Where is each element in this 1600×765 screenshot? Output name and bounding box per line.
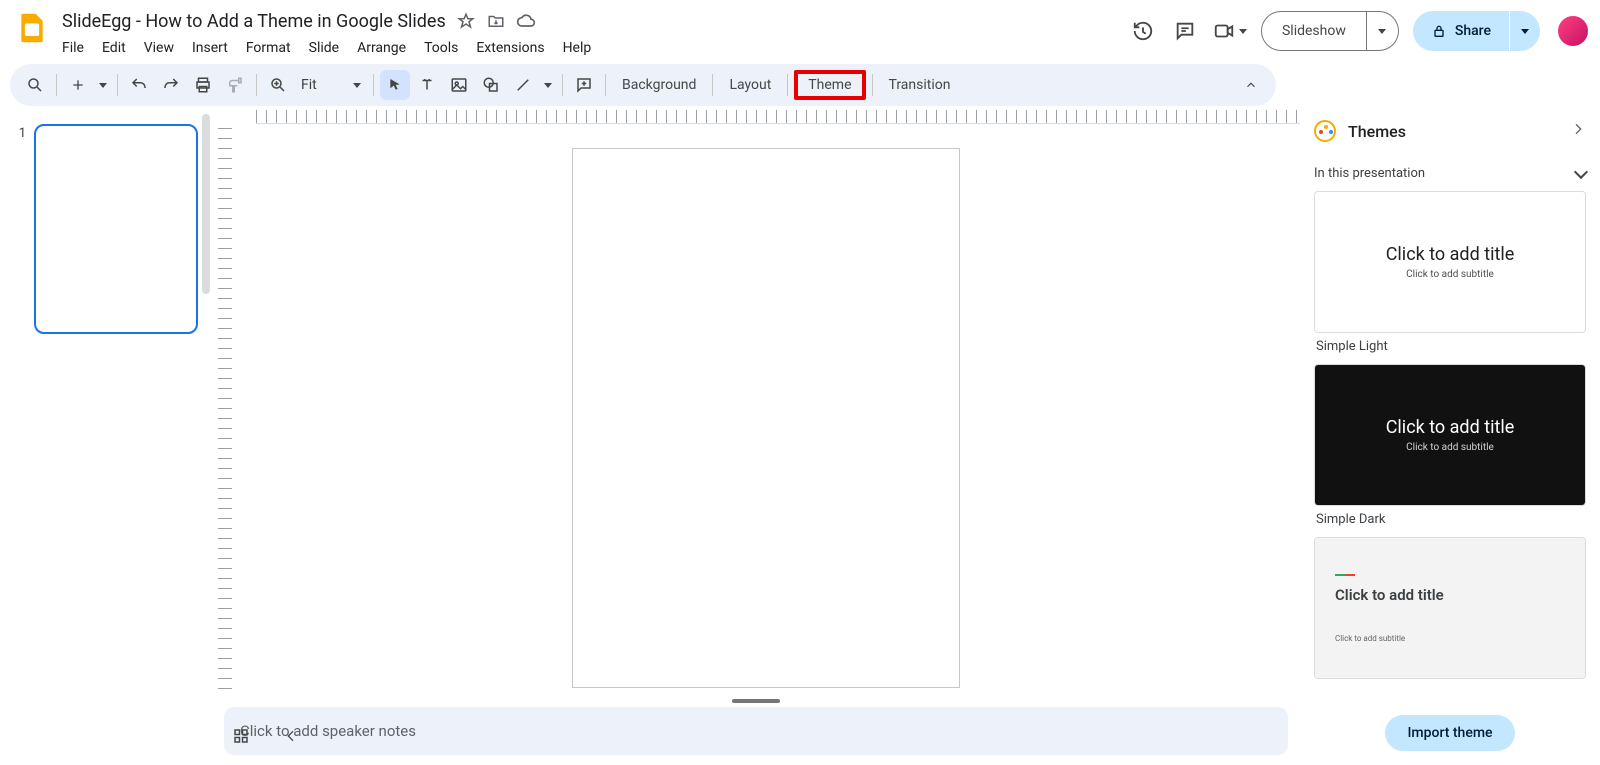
- menu-format[interactable]: Format: [238, 36, 299, 60]
- menu-edit[interactable]: Edit: [94, 36, 134, 60]
- shape-icon[interactable]: [476, 70, 506, 100]
- theme-name: Simple Dark: [1314, 506, 1586, 529]
- filmstrip: 1: [0, 106, 212, 765]
- slideshow-button[interactable]: Slideshow: [1261, 11, 1367, 51]
- ruler-vertical: [212, 124, 232, 695]
- slide-thumbnail[interactable]: [34, 124, 198, 334]
- themes-title: Themes: [1348, 122, 1558, 141]
- slide-number: 1: [14, 124, 26, 334]
- slide-stage[interactable]: [232, 124, 1300, 695]
- menu-extensions[interactable]: Extensions: [468, 36, 552, 60]
- background-button[interactable]: Background: [612, 70, 706, 100]
- slideshow-dropdown[interactable]: [1367, 11, 1399, 51]
- separator: [117, 74, 118, 96]
- grid-view-icon[interactable]: [228, 723, 254, 749]
- themes-list: Click to add title Click to add subtitle…: [1300, 187, 1600, 701]
- palette-icon: [1314, 120, 1336, 142]
- search-menu-icon[interactable]: [20, 70, 50, 100]
- layout-button[interactable]: Layout: [719, 70, 781, 100]
- collapse-toolbar-icon[interactable]: [1236, 70, 1266, 100]
- notes-resizer[interactable]: [212, 695, 1300, 707]
- menu-view[interactable]: View: [136, 36, 182, 60]
- new-slide-icon[interactable]: [63, 70, 93, 100]
- lock-icon: [1431, 23, 1447, 39]
- ruler-horizontal: [232, 106, 1300, 124]
- chevron-down-icon: [1576, 170, 1586, 177]
- theme-card-simple-light[interactable]: Click to add title Click to add subtitle: [1314, 191, 1586, 333]
- menu-file[interactable]: File: [54, 36, 92, 60]
- separator: [872, 74, 873, 96]
- select-tool-icon[interactable]: [380, 70, 410, 100]
- separator: [56, 74, 57, 96]
- textbox-icon[interactable]: [412, 70, 442, 100]
- theme-preview-title: Click to add title: [1335, 586, 1444, 604]
- undo-icon[interactable]: [124, 70, 154, 100]
- slideshow-label: Slideshow: [1282, 23, 1346, 39]
- theme-preview-subtitle: Click to add subtitle: [1406, 442, 1494, 453]
- theme-preview-subtitle: Click to add subtitle: [1406, 269, 1494, 280]
- menu-insert[interactable]: Insert: [184, 36, 236, 60]
- menu-tools[interactable]: Tools: [416, 36, 466, 60]
- line-icon[interactable]: [508, 70, 538, 100]
- print-icon[interactable]: [188, 70, 218, 100]
- header-bar: SlideEgg - How to Add a Theme in Google …: [0, 0, 1600, 64]
- share-label: Share: [1455, 23, 1491, 39]
- transition-button[interactable]: Transition: [879, 70, 961, 100]
- separator: [605, 74, 606, 96]
- zoom-label: Fit: [301, 77, 317, 93]
- paint-format-icon[interactable]: [220, 70, 250, 100]
- zoom-dropdown[interactable]: Fit: [295, 71, 367, 99]
- separator: [712, 74, 713, 96]
- slides-logo[interactable]: [12, 8, 52, 48]
- themes-section-toggle[interactable]: In this presentation: [1300, 156, 1600, 187]
- theme-card-streamline[interactable]: Click to add title Click to add subtitle: [1314, 537, 1586, 679]
- zoom-icon[interactable]: [263, 70, 293, 100]
- image-icon[interactable]: [444, 70, 474, 100]
- theme-card-simple-dark[interactable]: Click to add title Click to add subtitle: [1314, 364, 1586, 506]
- star-icon[interactable]: [456, 11, 476, 31]
- new-slide-dropdown[interactable]: [95, 70, 111, 100]
- import-theme-button[interactable]: Import theme: [1385, 715, 1514, 751]
- share-dropdown[interactable]: [1510, 11, 1540, 51]
- history-icon[interactable]: [1129, 17, 1157, 45]
- menu-slide[interactable]: Slide: [301, 36, 347, 60]
- meet-icon[interactable]: [1213, 17, 1247, 45]
- theme-button[interactable]: Theme: [794, 70, 865, 100]
- themes-panel: Themes In this presentation Click to add…: [1300, 106, 1600, 765]
- theme-preview-title: Click to add title: [1386, 417, 1515, 438]
- redo-icon[interactable]: [156, 70, 186, 100]
- filmstrip-scrollbar[interactable]: [202, 114, 210, 294]
- theme-preview-title: Click to add title: [1386, 244, 1515, 265]
- menu-help[interactable]: Help: [555, 36, 600, 60]
- comments-icon[interactable]: [1171, 17, 1199, 45]
- separator: [787, 74, 788, 96]
- speaker-notes[interactable]: Click to add speaker notes: [224, 707, 1288, 755]
- themes-section-label: In this presentation: [1314, 166, 1425, 181]
- cloud-status-icon[interactable]: [516, 11, 536, 31]
- theme-name: Simple Light: [1314, 333, 1586, 356]
- accent-bar: [1335, 574, 1355, 576]
- prev-slide-icon[interactable]: [278, 723, 304, 749]
- line-dropdown[interactable]: [540, 70, 556, 100]
- user-avatar[interactable]: [1558, 16, 1588, 46]
- toolbar: Fit Background Layout Theme Transition: [10, 64, 1276, 106]
- separator: [256, 74, 257, 96]
- menu-arrange[interactable]: Arrange: [349, 36, 414, 60]
- separator: [562, 74, 563, 96]
- separator: [373, 74, 374, 96]
- move-folder-icon[interactable]: [486, 11, 506, 31]
- comment-add-icon[interactable]: [569, 70, 599, 100]
- theme-preview-subtitle: Click to add subtitle: [1335, 634, 1405, 643]
- share-button[interactable]: Share: [1413, 11, 1509, 51]
- close-panel-icon[interactable]: [1570, 121, 1586, 142]
- document-title[interactable]: SlideEgg - How to Add a Theme in Google …: [58, 11, 446, 32]
- slide-canvas[interactable]: [572, 148, 960, 688]
- import-theme-label: Import theme: [1407, 725, 1492, 741]
- menu-bar: File Edit View Insert Format Slide Arran…: [54, 34, 1129, 62]
